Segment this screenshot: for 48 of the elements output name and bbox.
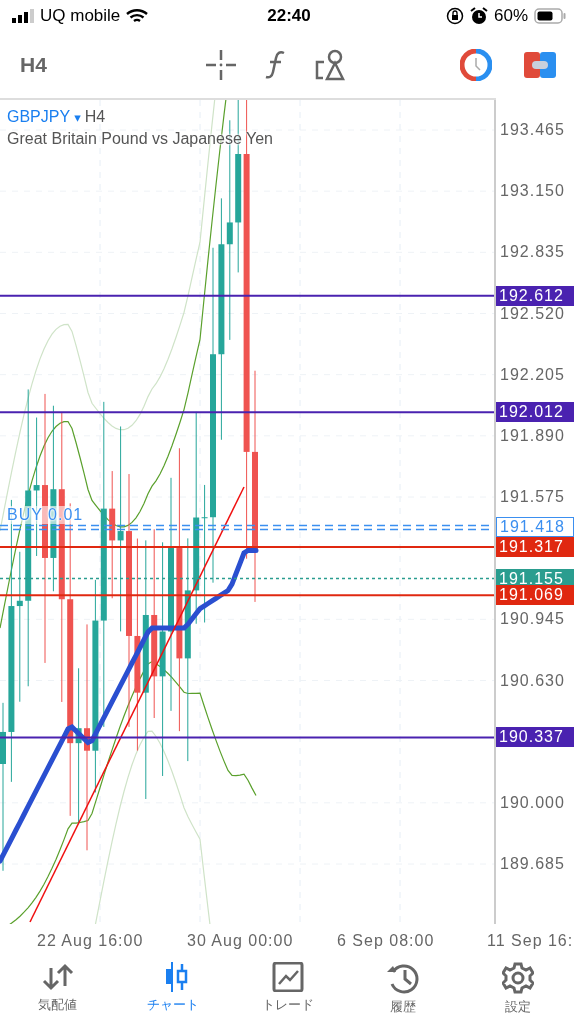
signal-icon <box>12 9 34 23</box>
rotation-lock-icon <box>446 7 464 25</box>
toggle-icon[interactable] <box>524 50 556 80</box>
price-label: 192.612 <box>496 285 574 306</box>
function-icon[interactable] <box>265 49 287 81</box>
price-tick: 192.520 <box>500 304 565 323</box>
price-tick: 190.630 <box>500 671 565 690</box>
tab[interactable]: 気配値 <box>0 962 116 1024</box>
battery-icon <box>534 8 566 24</box>
price-tick: 193.150 <box>500 182 565 201</box>
tab[interactable]: 履歴 <box>345 962 461 1024</box>
battery-percent: 60% <box>494 6 528 26</box>
price-tick: 190.945 <box>500 610 565 629</box>
price-tick: 191.890 <box>500 426 565 445</box>
time-tick: 11 Sep 16: <box>487 932 574 950</box>
chart-icon <box>272 962 304 992</box>
tab[interactable]: トレード <box>230 962 346 1024</box>
timeframe-button[interactable]: H4 <box>20 53 205 77</box>
carrier-name: UQ mobile <box>40 6 121 26</box>
alarm-icon <box>470 7 488 25</box>
tab[interactable]: 設定 <box>460 962 576 1024</box>
order-label: BUY 0.01 <box>7 506 84 524</box>
dropdown-caret[interactable]: ▾ <box>74 110 81 125</box>
price-label: 190.337 <box>496 727 574 748</box>
shapes-icon[interactable] <box>315 49 347 81</box>
price-label: 191.317 <box>496 537 574 558</box>
price-tick: 190.000 <box>500 793 565 812</box>
price-tick: 191.575 <box>500 488 565 506</box>
settings-icon <box>502 962 535 994</box>
price-label: 192.012 <box>496 402 574 423</box>
price-tick: 189.685 <box>500 855 565 873</box>
price-tick: 193.465 <box>500 121 565 139</box>
price-tick: 192.835 <box>500 243 565 262</box>
clock-time: 22:40 <box>267 6 311 25</box>
time-tick: 30 Aug 00:00 <box>187 932 294 950</box>
time-tick: 22 Aug 16:00 <box>37 932 144 950</box>
chart-timeframe: H4 <box>84 108 106 125</box>
tab[interactable]: チャート <box>115 962 231 1024</box>
symbol-name[interactable]: GBPJPY <box>7 108 71 125</box>
wifi-icon <box>126 8 149 24</box>
history-icon <box>386 962 421 994</box>
arrows-icon <box>40 962 75 992</box>
time-tick: 6 Sep 08:00 <box>337 932 435 950</box>
price-label: 191.069 <box>496 585 574 606</box>
crosshair-icon[interactable] <box>205 49 237 81</box>
price-tick: 192.205 <box>500 365 565 384</box>
price-label: 191.418 <box>496 517 574 538</box>
clock-icon[interactable] <box>460 49 492 81</box>
